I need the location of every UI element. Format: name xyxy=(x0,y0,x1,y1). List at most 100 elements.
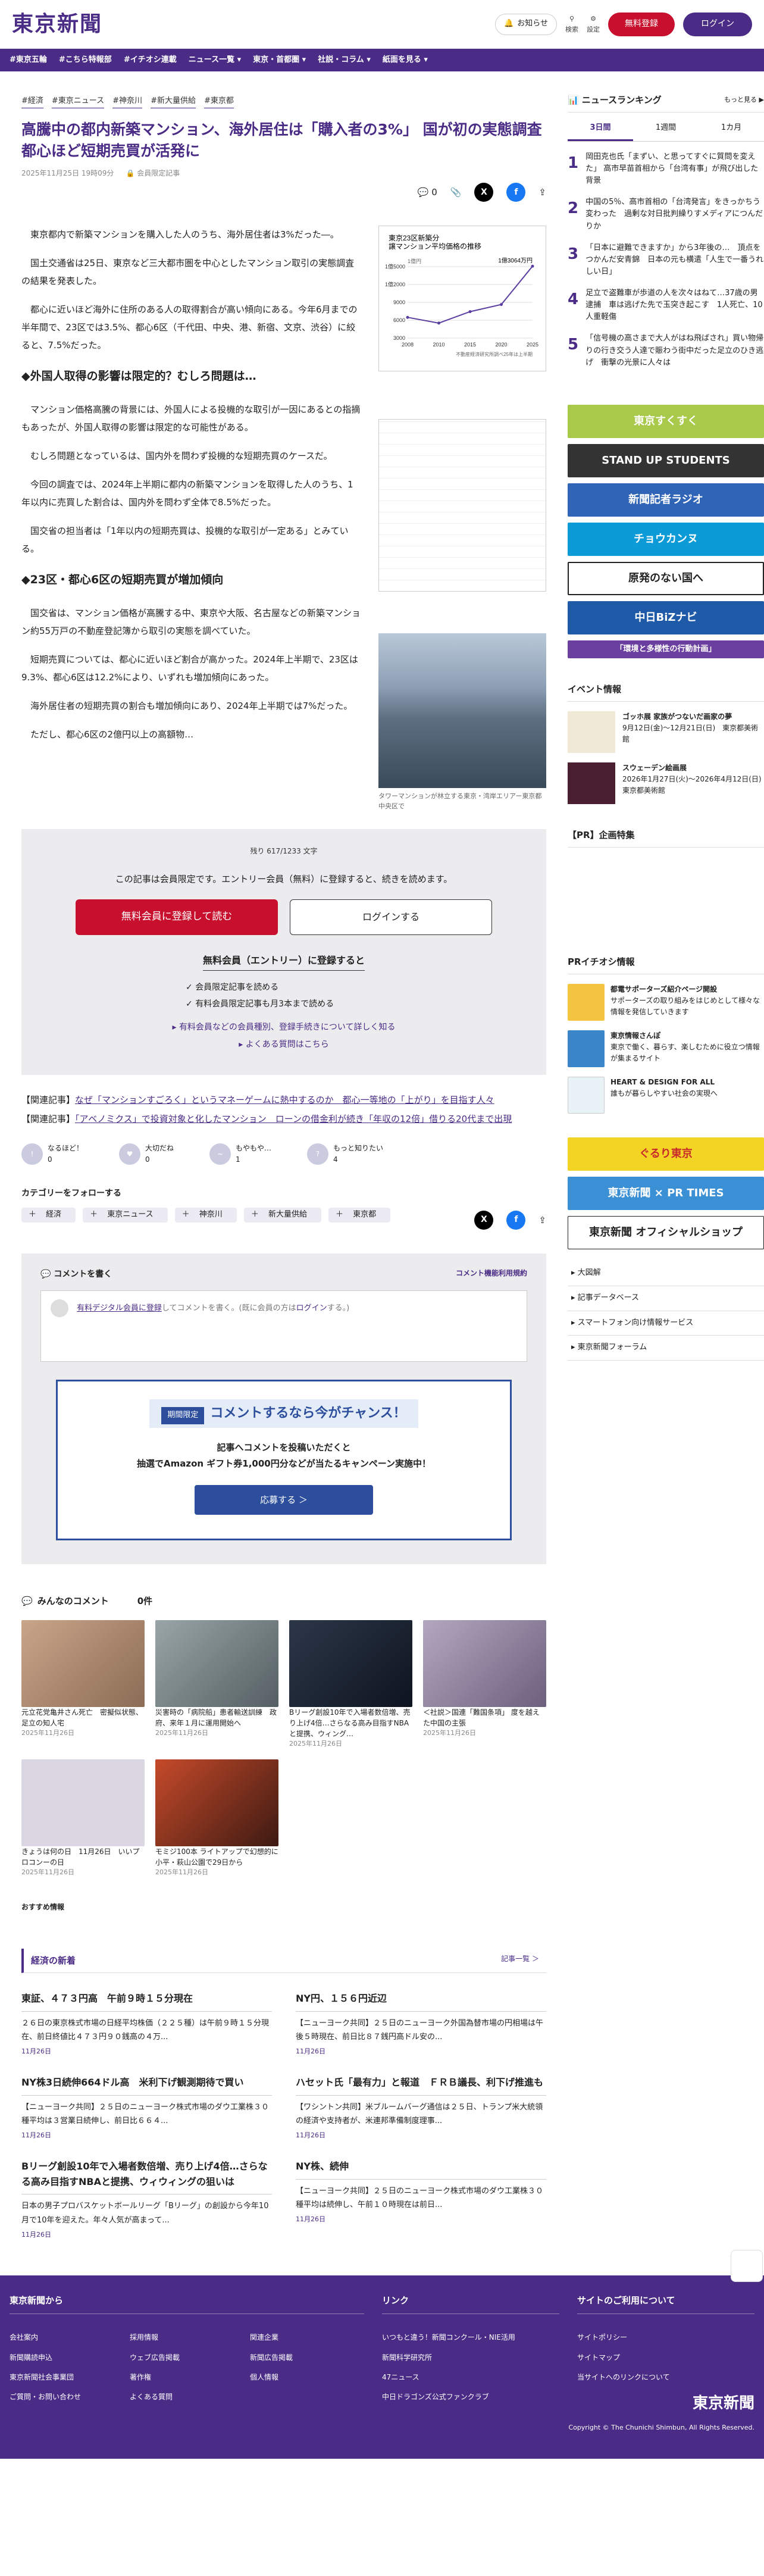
x-share-icon[interactable]: X xyxy=(474,1210,494,1230)
comment-login-link[interactable]: ログイン xyxy=(296,1304,327,1313)
ranking-item[interactable]: 2 中国の5％、高市首相の「台湾発言」をきっかちう変わった 過剰な対日批判繰りすメ… xyxy=(568,196,764,232)
faq-link[interactable]: ▸ よくある質問はこちら xyxy=(43,1038,525,1051)
footer-link[interactable]: 新聞広告掲載 xyxy=(250,2352,364,2364)
member-info-link[interactable]: ▸ 有料会員などの会員種別、登録手続きについて詳しく知る xyxy=(43,1021,525,1034)
comment-count[interactable]: 💬 0 xyxy=(418,185,437,199)
nav-item[interactable]: 東京・首都圏 ▾ xyxy=(253,54,306,67)
banner-sukusuku[interactable]: 東京すくすく xyxy=(568,404,764,438)
footer-link[interactable]: 採用情報 xyxy=(130,2332,244,2343)
banner-prtimes[interactable]: 東京新聞 × PR TIMES xyxy=(568,1176,764,1210)
pr-item[interactable]: 東京情報さんぽ 東京で働く、暮らす、楽しむために役立つ情報が集まるサイト xyxy=(568,1030,764,1067)
tag-link[interactable]: #東京都 xyxy=(203,95,234,108)
notice-button[interactable]: 🔔 お知らせ xyxy=(495,13,557,35)
follow-tag[interactable]: ＋ 神奈川 xyxy=(174,1207,237,1223)
captcha-badge[interactable] xyxy=(731,2250,763,2282)
table-figure[interactable] xyxy=(378,419,546,592)
paywall-register-button[interactable]: 無料会員に登録して読む xyxy=(76,899,278,935)
follow-tag[interactable]: ＋ 経済 xyxy=(21,1207,76,1223)
news-card[interactable]: Bリーグ創設10年で入場者数倍増、売り上げ4倍…さらなる高み目指すNBAと提携、… xyxy=(289,1620,412,1749)
event-item[interactable]: スウェーデン絵画展 2026年1月27日(火)〜2026年4月12日(日) 東京都… xyxy=(568,762,764,804)
news-card[interactable]: きょうは何の日 11月26日 いいプロコンーの日 2025年11月26日 xyxy=(21,1759,145,1878)
tag-link[interactable]: #神奈川 xyxy=(112,95,143,108)
footer-link[interactable]: よくある質問 xyxy=(130,2391,244,2403)
ranking-item[interactable]: 3 「日本に避難できますか」から3年後の… 頂点をつかんだ安青錦 日本の元も横遣「… xyxy=(568,242,764,278)
footer-link[interactable]: 個人情報 xyxy=(250,2372,364,2383)
footer-link[interactable]: 東京新聞社会事業団 xyxy=(10,2372,124,2383)
ranking-item[interactable]: 5 「信号機の高さまで大人がはね飛ばされ」買い物帰りの行き交う人達で賑わう街中だっ… xyxy=(568,333,764,368)
footer-link[interactable]: 新聞購読申込 xyxy=(10,2352,124,2364)
ranking-item[interactable]: 1 岡田克也氏「まずい、と思ってすぐに質問を変えた」 高市早苗首相から「台湾有事」… xyxy=(568,151,764,187)
footer-link[interactable]: サイトマップ xyxy=(577,2352,754,2364)
share-icon[interactable]: ⇪ xyxy=(538,185,546,199)
side-link[interactable]: ▸ スマートフォン向け情報サービス xyxy=(568,1311,764,1336)
banner-shop[interactable]: 東京新聞 オフィシャルショップ xyxy=(568,1215,764,1249)
price-chart[interactable]: 東京23区新築分 譲マンション平均価格の推移 3000 6000 9000 1億2000 1… xyxy=(378,226,546,372)
economy-item[interactable]: NY円、１５６円近辺 【ニューヨーク共同】２５日のニューヨーク外国為替市場の円相場… xyxy=(296,1991,546,2057)
nav-item[interactable]: #イチオシ連載 xyxy=(124,54,177,67)
follow-tag[interactable]: ＋ 東京ニュース xyxy=(83,1207,168,1223)
footer-link[interactable]: 会社案内 xyxy=(10,2332,124,2343)
nav-item[interactable]: 紙面を見る ▾ xyxy=(383,54,428,67)
x-share-icon[interactable]: X xyxy=(474,183,494,202)
campaign-apply-button[interactable]: 応募する ＞ xyxy=(195,1484,373,1515)
banner-biznavi[interactable]: 中日BiZナビ xyxy=(568,601,764,634)
economy-item[interactable]: ハセット氏「最有力」と報道 ＦＲＢ議長、利下げ推進も 【ワシントン共同】米ブルーム… xyxy=(296,2075,546,2141)
banner-genpatsu[interactable]: 原発のない国へ xyxy=(568,561,764,595)
side-link[interactable]: ▸ 記事データベース xyxy=(568,1286,764,1311)
site-logo[interactable]: 東京新聞 xyxy=(12,7,102,42)
footer-link[interactable]: ウェブ広告掲載 xyxy=(130,2352,244,2364)
footer-link[interactable]: 当サイトへのリンクについて xyxy=(577,2372,754,2383)
comment-input[interactable]: 有料デジタル会員に登録してコメントを書く。(既に会員の方はログインする。) xyxy=(40,1290,527,1362)
footer-link[interactable]: サイトポリシー xyxy=(577,2332,754,2343)
economy-more-link[interactable]: 記事一覧 ＞ xyxy=(501,1953,539,1968)
paid-register-link[interactable]: 有料デジタル会員に登録 xyxy=(77,1304,162,1313)
ranking-tab[interactable]: 1カ月 xyxy=(699,117,764,141)
clip-icon[interactable]: 📎 xyxy=(450,185,462,199)
footer-link[interactable]: ご質問・お問い合わせ xyxy=(10,2391,124,2403)
related-link[interactable]: なぜ「マンションすごろく」というマネーゲームに熱中するのか 都心一等地の「上がり… xyxy=(75,1095,494,1105)
comment-rules-link[interactable]: コメント機能利用規約 xyxy=(456,1268,527,1281)
banner-standup[interactable]: STAND UP STUDENTS xyxy=(568,443,764,477)
share-icon[interactable]: ⇪ xyxy=(538,1213,546,1227)
footer-link[interactable]: 著作権 xyxy=(130,2372,244,2383)
article-photo[interactable] xyxy=(378,633,546,789)
side-link[interactable]: ▸ 大図解 xyxy=(568,1261,764,1286)
economy-item[interactable]: NY株、続伸 【ニューヨーク共同】２５日のニューヨーク株式市場のダウ工業株３０種平… xyxy=(296,2159,546,2240)
banner-diversity[interactable]: 「環境と多様性の行動計画」 xyxy=(568,640,764,658)
banner-radio[interactable]: 新聞記者ラジオ xyxy=(568,483,764,517)
reaction-button[interactable]: ? もっと知りたい 4 xyxy=(307,1143,383,1165)
footer-link[interactable]: 新聞科学研究所 xyxy=(382,2352,559,2364)
nav-item[interactable]: #東京五輪 xyxy=(10,54,47,67)
news-card[interactable]: ＜社説＞国連「難国条項」 度を越えた中国の主張 2025年11月26日 xyxy=(423,1620,546,1749)
settings-button[interactable]: ⚙ 設定 xyxy=(587,14,600,35)
footer-link[interactable]: 関連企業 xyxy=(250,2332,364,2343)
banner-gururi[interactable]: ぐるり東京 xyxy=(568,1137,764,1171)
pr-item[interactable]: 都電サポーターズ紹介ページ開設 サポーターズの取り組みをはじめとして様々な情報を発… xyxy=(568,983,764,1021)
news-card[interactable]: 元立花党亀井さん死亡 密擬似状態、足立の知人宅 2025年11月26日 xyxy=(21,1620,145,1749)
event-item[interactable]: ゴッホ展 家族がつないだ画家の夢 9月12日(金)〜12月21日(日) 東京都美術… xyxy=(568,711,764,753)
ranking-tab[interactable]: 1週間 xyxy=(633,117,699,141)
footer-link[interactable]: 47ニュース xyxy=(382,2372,559,2383)
related-link[interactable]: 「アベノミクス」で投資対象と化したマンション ローンの借金利が続き「年収の12倍… xyxy=(75,1114,512,1124)
side-link[interactable]: ▸ 東京新聞フォーラム xyxy=(568,1336,764,1361)
ranking-more-link[interactable]: もっと見る ▶ xyxy=(724,95,764,105)
ranking-item[interactable]: 4 足立で盗難車が歩道の人を次々はねて…37歳の男逮捕 車は逃げた先で玉突き起こす… xyxy=(568,287,764,323)
follow-tag[interactable]: ＋ 新大量供給 xyxy=(243,1207,321,1223)
reaction-button[interactable]: ~ もやもや… 1 xyxy=(209,1143,271,1165)
tag-link[interactable]: #新大量供給 xyxy=(151,95,196,108)
facebook-share-icon[interactable]: f xyxy=(506,183,526,202)
nav-item[interactable]: #こちら特報部 xyxy=(59,54,112,67)
economy-item[interactable]: Bリーグ創設10年で入場者数倍増、売り上げ4倍…さらなる高み目指すNBAと提携、… xyxy=(21,2159,272,2240)
facebook-share-icon[interactable]: f xyxy=(506,1210,526,1230)
economy-item[interactable]: NY株3日続伸664ドル高 米利下げ観測期待で買い 【ニューヨーク共同】２５日のニ… xyxy=(21,2075,272,2141)
economy-item[interactable]: 東証、４７３円高 午前９時１５分現在 ２６日の東京株式市場の日経平均株価（２２５種… xyxy=(21,1991,272,2057)
paywall-login-button[interactable]: ログインする xyxy=(290,899,492,935)
banner-chokanu[interactable]: チョウカンヌ xyxy=(568,522,764,556)
login-button[interactable]: ログイン xyxy=(683,12,752,36)
footer-logo[interactable]: 東京新聞 xyxy=(577,2391,754,2416)
nav-item[interactable]: 社説・コラム ▾ xyxy=(318,54,371,67)
ranking-tab[interactable]: 3日間 xyxy=(568,117,633,141)
tag-link[interactable]: #東京ニュース xyxy=(51,95,105,108)
reaction-button[interactable]: ♥ 大切だね 0 xyxy=(119,1143,174,1165)
nav-item[interactable]: ニュース一覧 ▾ xyxy=(189,54,241,67)
